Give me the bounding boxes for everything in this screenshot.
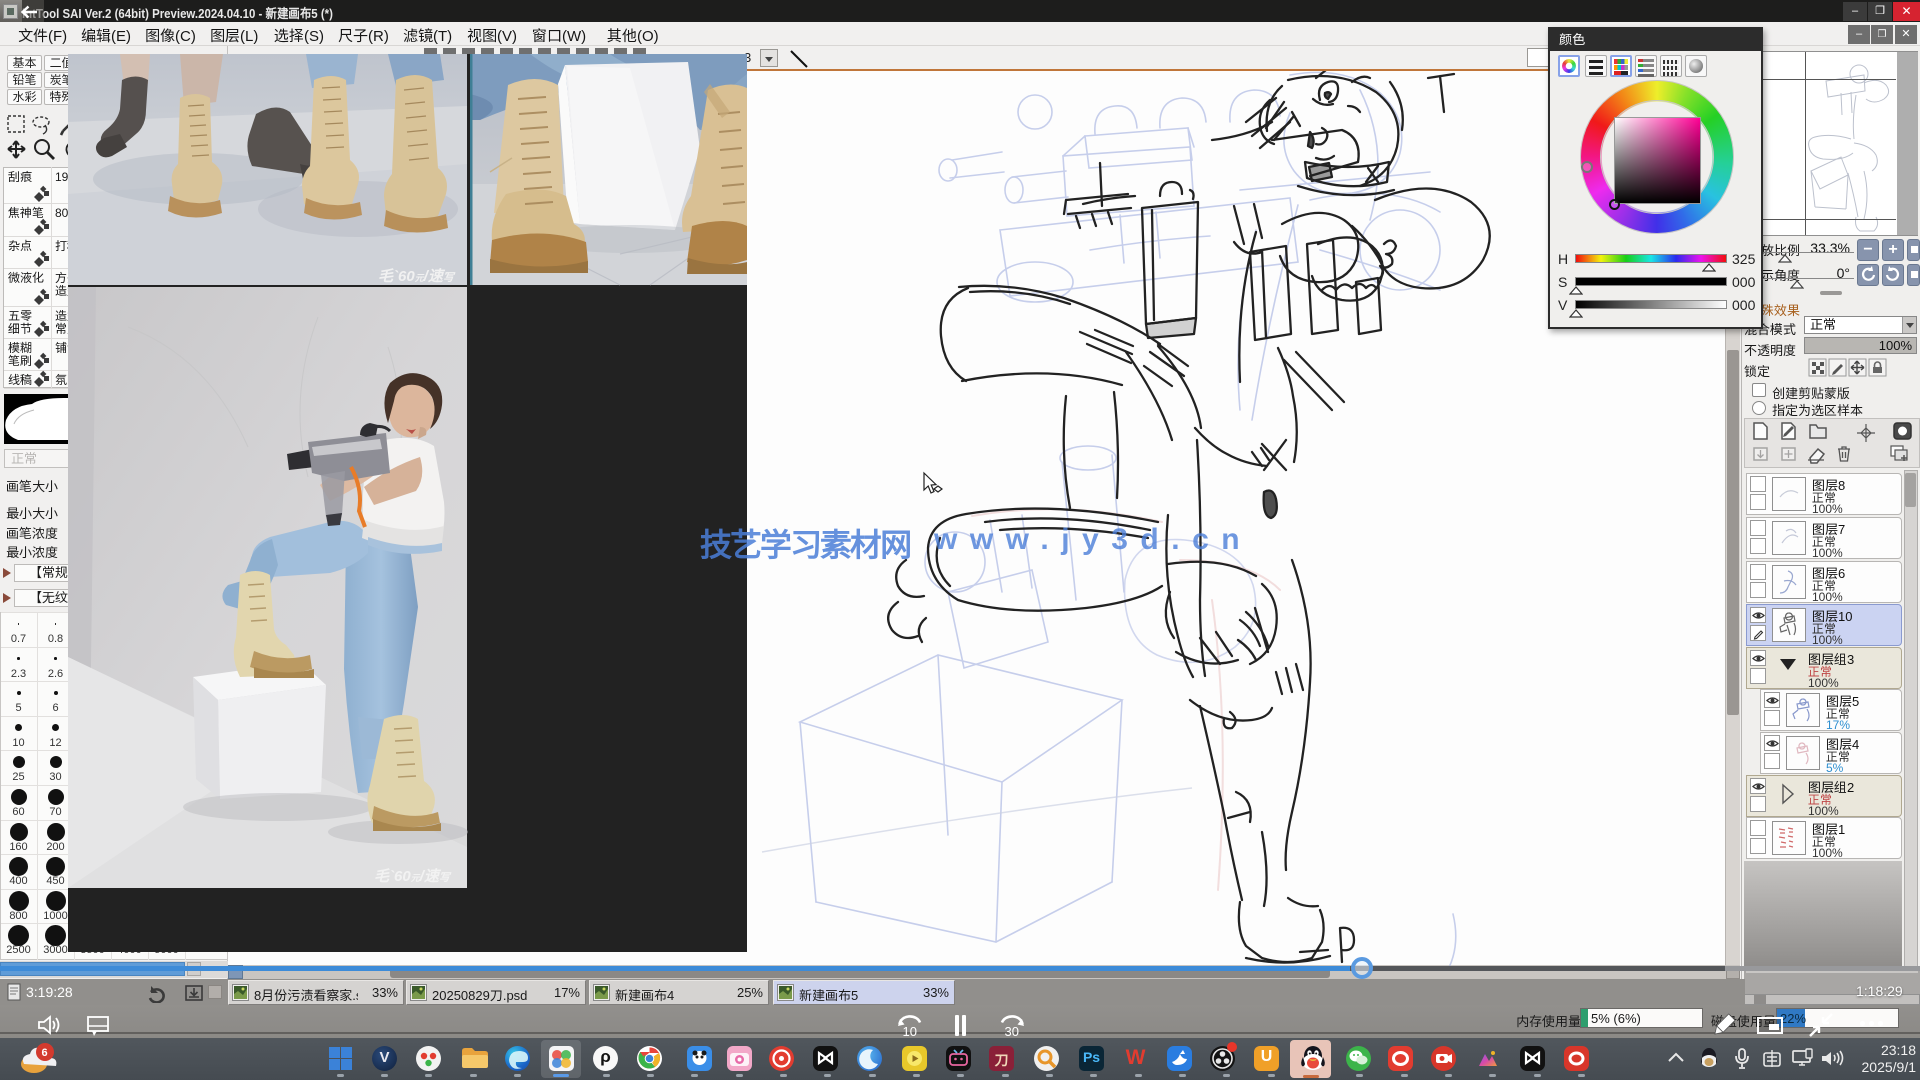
svg-text:10: 10 bbox=[903, 1024, 917, 1039]
svg-text:30: 30 bbox=[1005, 1024, 1019, 1039]
svg-text:6: 6 bbox=[42, 1047, 48, 1059]
